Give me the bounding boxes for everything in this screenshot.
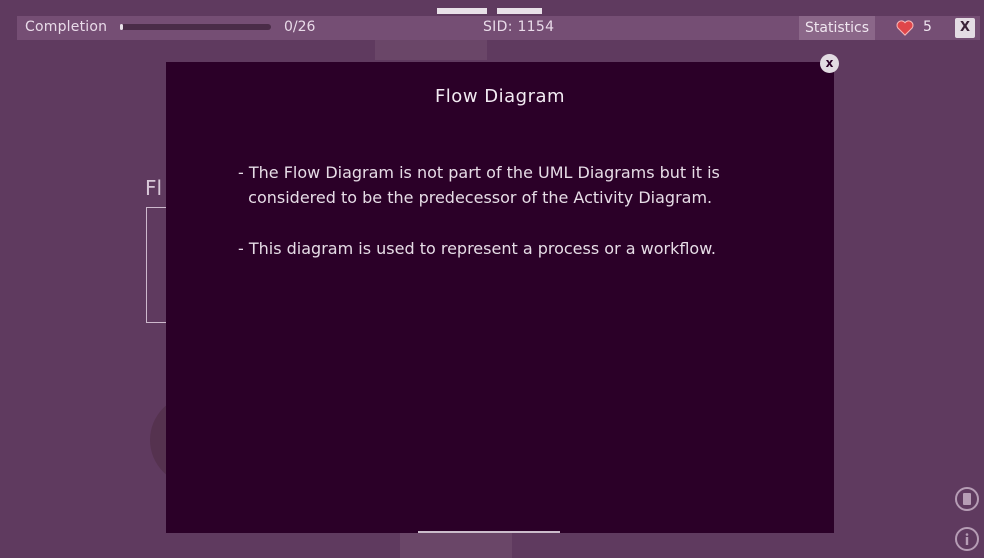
notes-icon[interactable]: [955, 487, 979, 511]
top-tab-marker: [497, 8, 542, 14]
completion-count: 0/26: [284, 19, 316, 35]
modal-text-line: - The Flow Diagram is not part of the UM…: [238, 163, 720, 182]
heart-icon: [896, 20, 914, 36]
modal-text-line: - This diagram is used to represent a pr…: [238, 239, 716, 258]
modal-title: Flow Diagram: [434, 86, 566, 107]
top-status-bar: Completion 0/26 SID: 1154 Statistics 5 X: [17, 8, 980, 40]
completion-progress-bar: [120, 24, 271, 30]
modal-bottom-divider: [418, 531, 560, 533]
close-game-button[interactable]: X: [955, 18, 975, 38]
modal-text-line: considered to be the predecessor of the …: [238, 188, 713, 207]
lives-count: 5: [923, 19, 932, 35]
statistics-button[interactable]: Statistics: [799, 16, 875, 40]
session-id: SID: 1154: [483, 19, 555, 35]
completion-progress-fill: [120, 24, 123, 30]
info-modal: Flow Diagram - The Flow Diagram is not p…: [166, 62, 834, 533]
background-panel-top: [375, 40, 487, 60]
info-icon[interactable]: [955, 527, 979, 551]
modal-close-button[interactable]: x: [820, 54, 839, 73]
background-panel-bottom: [400, 533, 512, 558]
completion-label: Completion: [25, 19, 108, 35]
background-diagram-title: Fl: [145, 176, 163, 200]
top-tab-marker: [437, 8, 487, 14]
